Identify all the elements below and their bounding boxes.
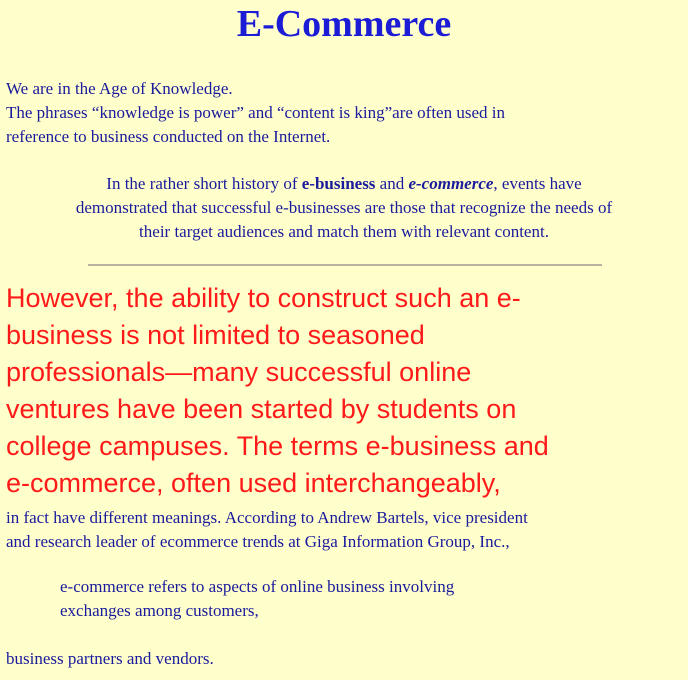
highlight-line: However, the ability to construct such a… [6,283,521,313]
highlight-line: professionals—many successful online [6,357,472,387]
term-ecommerce: e-commerce [408,174,494,193]
closing-line: business partners and vendors. [6,649,214,668]
highlight-line: ventures have been started by students o… [6,394,517,424]
definition-blockquote: e-commerce refers to aspects of online b… [60,575,660,623]
history-line: demonstrated that successful e-businesse… [75,198,613,217]
history-line: In the rather short history of e-busines… [0,172,688,196]
quote-line: exchanges among customers, [60,601,259,620]
highlight-line: business is not limited to seasoned [6,320,425,350]
history-line: their target audiences and match them wi… [139,222,549,241]
history-text: , events have [493,174,582,193]
intro-paragraph: We are in the Age of Knowledge. The phra… [6,77,676,149]
intro-line: We are in the Age of Knowledge. [6,79,233,98]
intro-line: reference to business conducted on the I… [6,127,331,146]
continuation-paragraph: in fact have different meanings. Accordi… [6,506,682,554]
history-text: In the rather short history of [106,174,302,193]
quote-line: e-commerce refers to aspects of online b… [60,577,455,596]
term-ebusiness: e-business [301,174,376,193]
page-title: E-Commerce [236,3,452,45]
horizontal-divider [88,264,602,266]
continuation-line: in fact have different meanings. Accordi… [6,508,528,527]
highlight-line: college campuses. The terms e-business a… [6,431,549,461]
continuation-line: and research leader of ecommerce trends … [6,532,510,551]
history-paragraph: In the rather short history of e-busines… [0,172,688,244]
highlight-paragraph: However, the ability to construct such a… [6,280,676,502]
highlight-line: e-commerce, often used interchangeably, [6,468,501,498]
intro-line: The phrases “knowledge is power” and “co… [6,103,505,122]
history-text: and [375,174,409,193]
